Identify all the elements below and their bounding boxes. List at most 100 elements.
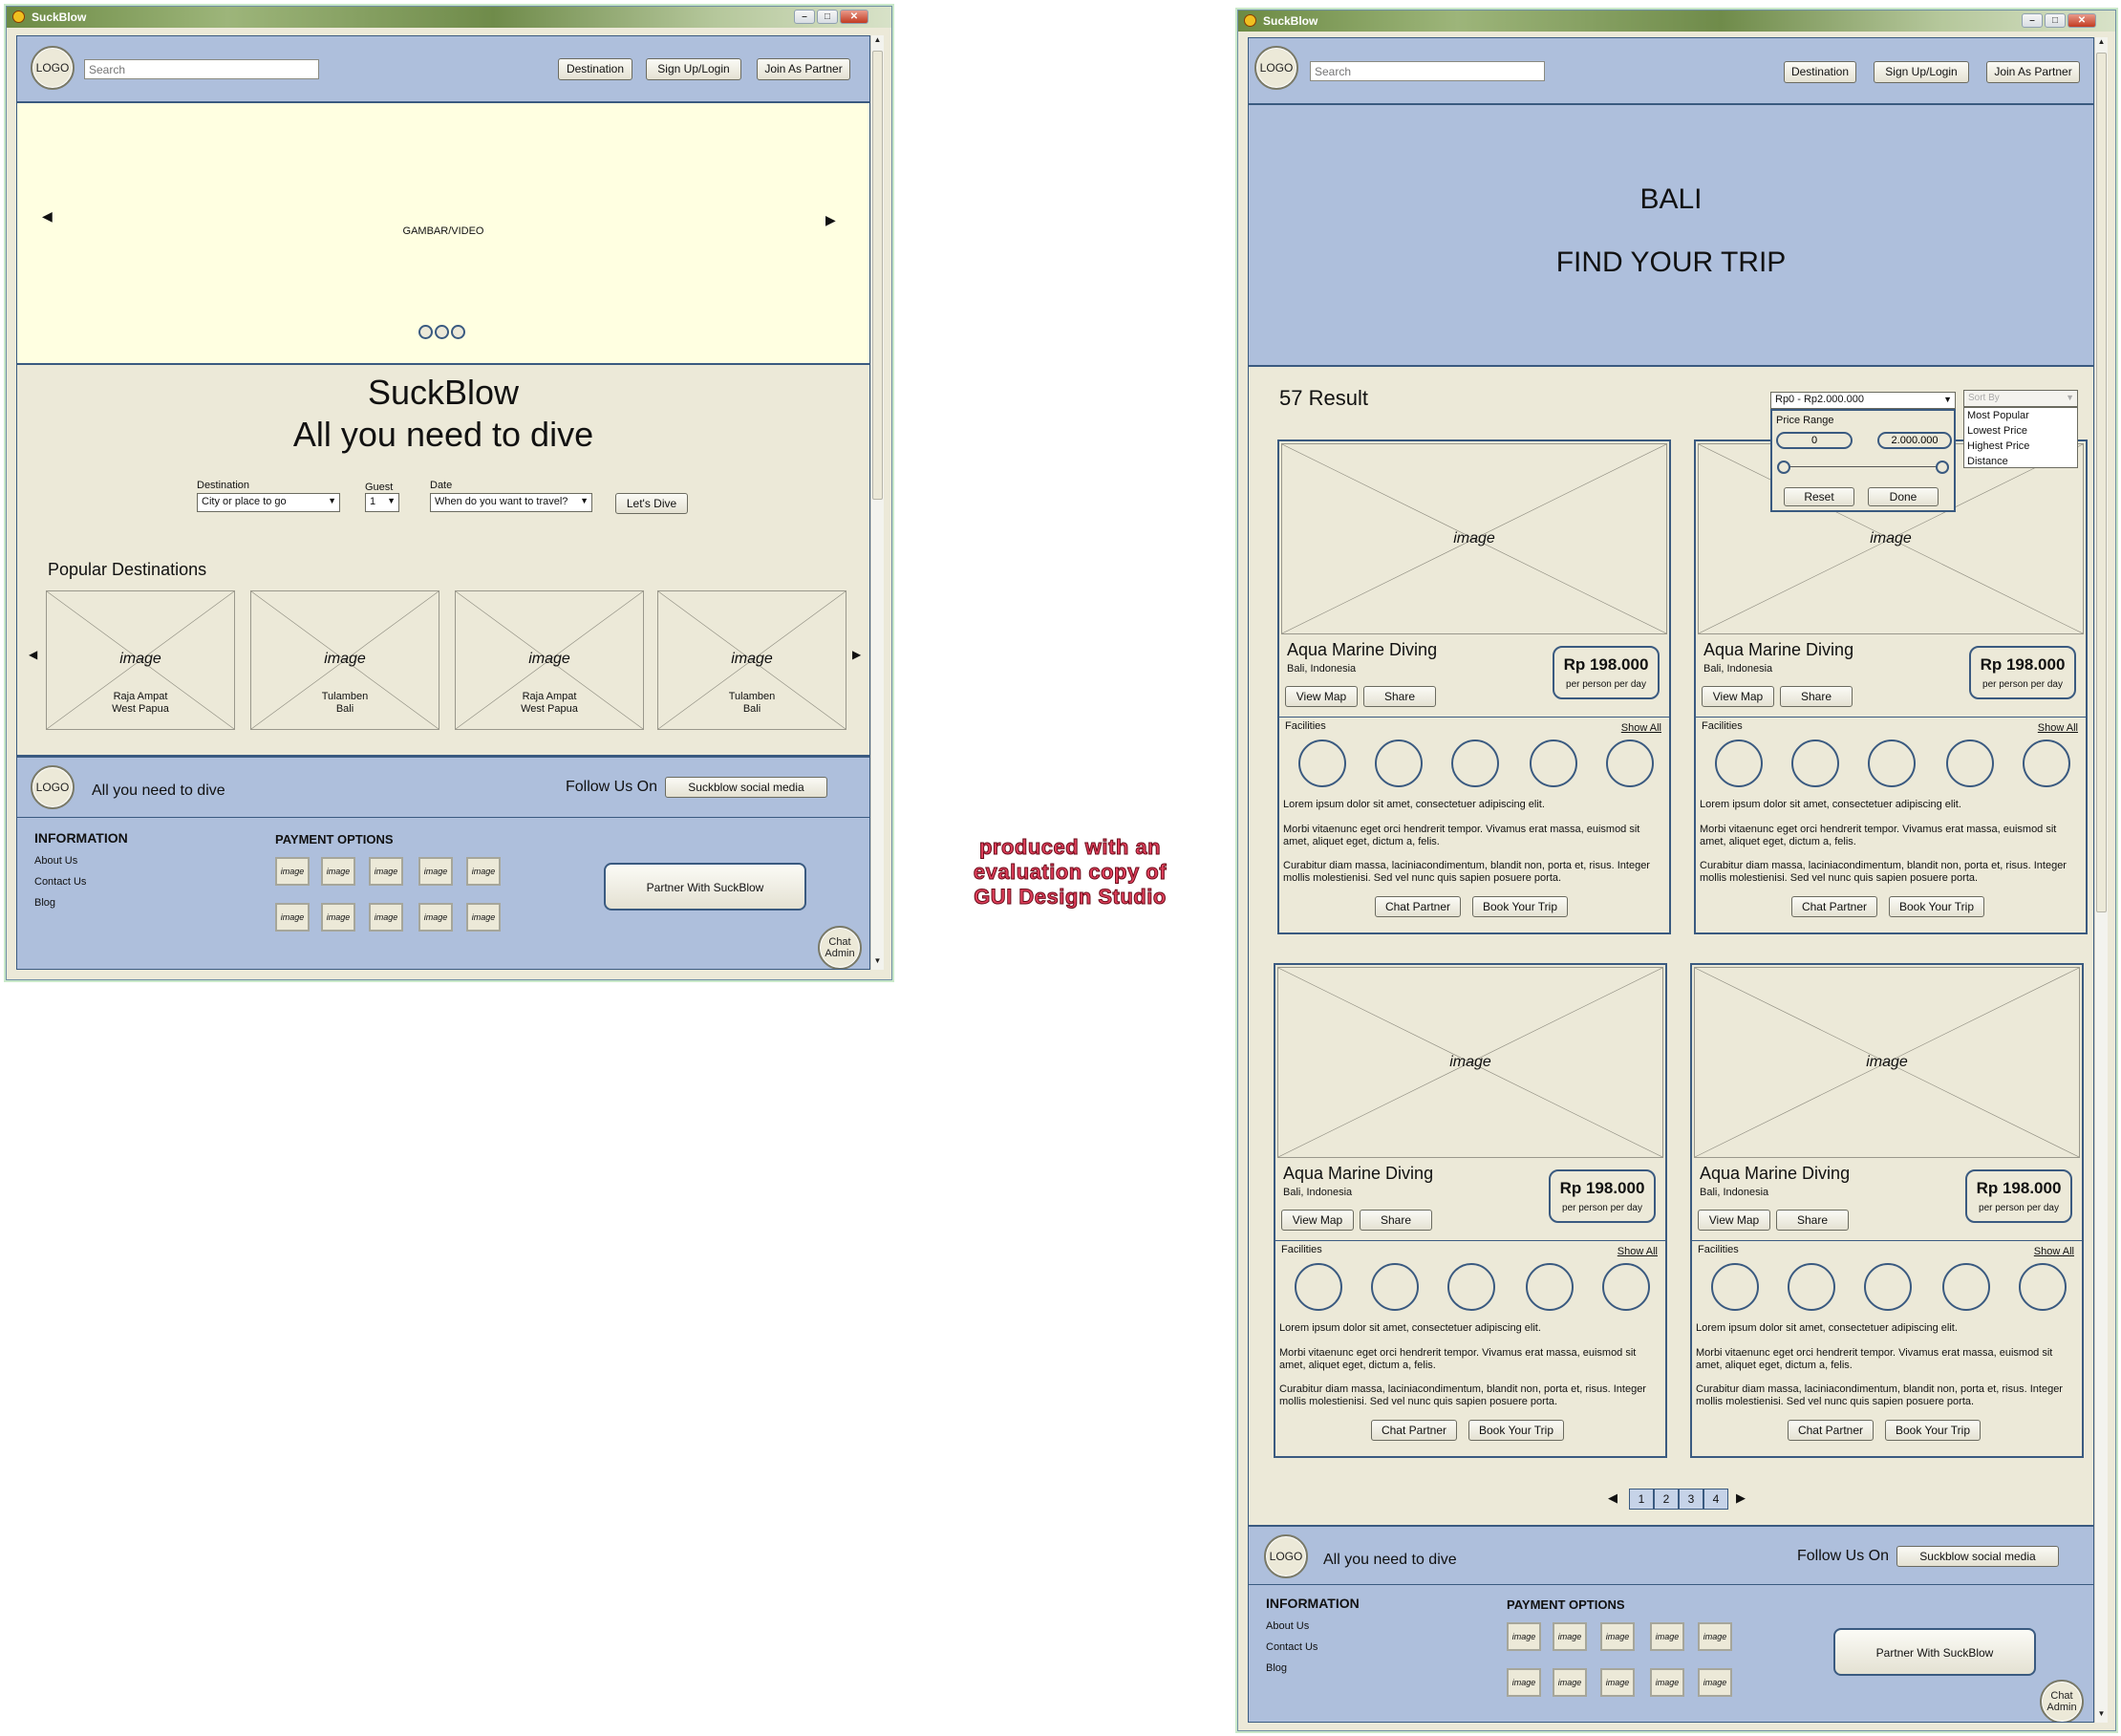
scroll-thumb[interactable] bbox=[872, 51, 883, 500]
facility-icon[interactable] bbox=[1864, 1263, 1912, 1311]
facility-icon[interactable] bbox=[1606, 739, 1654, 787]
price-filter-select[interactable]: Rp0 - Rp2.000.000 ▼ bbox=[1770, 392, 1956, 409]
facility-icon[interactable] bbox=[1375, 739, 1423, 787]
search-input[interactable] bbox=[84, 59, 319, 79]
facility-icon[interactable] bbox=[1451, 739, 1499, 787]
sign-up-login-button[interactable]: Sign Up/Login bbox=[1874, 61, 1969, 83]
share-button[interactable]: Share bbox=[1363, 686, 1436, 707]
carousel-prev-icon[interactable]: ◀ bbox=[42, 208, 53, 225]
partner-with-button[interactable]: Partner With SuckBlow bbox=[604, 863, 806, 911]
scroll-thumb[interactable] bbox=[2096, 53, 2107, 912]
sign-up-login-button[interactable]: Sign Up/Login bbox=[646, 58, 741, 80]
view-map-button[interactable]: View Map bbox=[1285, 686, 1358, 707]
result-card[interactable]: image Aqua Marine Diving Bali, Indonesia Vi… bbox=[1690, 963, 2084, 1458]
page-3[interactable]: 3 bbox=[1679, 1489, 1703, 1510]
footer-logo[interactable]: LOGO bbox=[31, 765, 75, 809]
maximize-button[interactable]: □ bbox=[2045, 13, 2066, 28]
close-button[interactable]: ✕ bbox=[840, 10, 868, 24]
price-reset-button[interactable]: Reset bbox=[1784, 487, 1854, 506]
show-all-link[interactable]: Show All bbox=[2034, 1246, 2074, 1257]
book-trip-button[interactable]: Book Your Trip bbox=[1472, 896, 1568, 917]
social-media-button[interactable]: Suckblow social media bbox=[665, 777, 827, 798]
page-4[interactable]: 4 bbox=[1703, 1489, 1728, 1510]
close-button[interactable]: ✕ bbox=[2067, 13, 2096, 28]
partner-with-button[interactable]: Partner With SuckBlow bbox=[1833, 1628, 2036, 1676]
facility-icon[interactable] bbox=[1868, 739, 1916, 787]
results-scrollbar[interactable]: ▲ ▼ bbox=[2094, 37, 2108, 1723]
book-trip-button[interactable]: Book Your Trip bbox=[1468, 1420, 1564, 1441]
facility-icon[interactable] bbox=[2023, 739, 2070, 787]
page-1[interactable]: 1 bbox=[1629, 1489, 1654, 1510]
contact-us-link[interactable]: Contact Us bbox=[1266, 1641, 1318, 1653]
sort-highest-price[interactable]: Highest Price bbox=[1964, 439, 2077, 454]
book-trip-button[interactable]: Book Your Trip bbox=[1889, 896, 1984, 917]
popular-prev-icon[interactable]: ◀ bbox=[29, 648, 37, 661]
about-us-link[interactable]: About Us bbox=[34, 855, 77, 867]
destination-card[interactable]: image Tulamben Bali bbox=[657, 590, 846, 730]
show-all-link[interactable]: Show All bbox=[1618, 1246, 1658, 1257]
header-logo[interactable]: LOGO bbox=[31, 46, 75, 90]
blog-link[interactable]: Blog bbox=[34, 897, 55, 909]
result-image[interactable]: image bbox=[1277, 967, 1663, 1158]
price-max-field[interactable] bbox=[1877, 432, 1952, 449]
destination-card[interactable]: image Tulamben Bali bbox=[250, 590, 439, 730]
chat-partner-button[interactable]: Chat Partner bbox=[1371, 1420, 1457, 1441]
sort-most-popular[interactable]: Most Popular bbox=[1964, 408, 2077, 423]
chat-partner-button[interactable]: Chat Partner bbox=[1791, 896, 1877, 917]
result-card[interactable]: image Aqua Marine Diving Bali, Indonesia Vi… bbox=[1277, 439, 1671, 934]
sort-distance[interactable]: Distance bbox=[1964, 454, 2077, 469]
carousel-dot-2[interactable] bbox=[435, 325, 449, 339]
view-map-button[interactable]: View Map bbox=[1698, 1210, 1770, 1231]
maximize-button[interactable]: □ bbox=[817, 10, 838, 24]
chat-partner-button[interactable]: Chat Partner bbox=[1788, 1420, 1874, 1441]
book-trip-button[interactable]: Book Your Trip bbox=[1885, 1420, 1981, 1441]
date-select[interactable]: When do you want to travel? ▼ bbox=[430, 493, 592, 512]
share-button[interactable]: Share bbox=[1780, 686, 1853, 707]
scroll-up-icon[interactable]: ▲ bbox=[2095, 37, 2108, 51]
sort-lowest-price[interactable]: Lowest Price bbox=[1964, 423, 2077, 439]
chat-admin-button[interactable]: Chat Admin bbox=[818, 926, 862, 969]
facility-icon[interactable] bbox=[1715, 739, 1763, 787]
page-next-icon[interactable]: ▶ bbox=[1736, 1490, 1746, 1506]
facility-icon[interactable] bbox=[1946, 739, 1994, 787]
facility-icon[interactable] bbox=[1530, 739, 1577, 787]
facility-icon[interactable] bbox=[1791, 739, 1839, 787]
page-2[interactable]: 2 bbox=[1654, 1489, 1679, 1510]
price-min-handle[interactable] bbox=[1777, 461, 1790, 474]
scroll-up-icon[interactable]: ▲ bbox=[871, 35, 884, 49]
carousel-dot-3[interactable] bbox=[451, 325, 465, 339]
facility-icon[interactable] bbox=[1711, 1263, 1759, 1311]
share-button[interactable]: Share bbox=[1776, 1210, 1849, 1231]
facility-icon[interactable] bbox=[1526, 1263, 1574, 1311]
facility-icon[interactable] bbox=[2019, 1263, 2067, 1311]
show-all-link[interactable]: Show All bbox=[1621, 722, 1661, 734]
footer-logo[interactable]: LOGO bbox=[1264, 1534, 1308, 1578]
price-min-field[interactable] bbox=[1776, 432, 1853, 449]
share-button[interactable]: Share bbox=[1360, 1210, 1432, 1231]
show-all-link[interactable]: Show All bbox=[2038, 722, 2078, 734]
sort-by-select[interactable]: Sort By ▼ bbox=[1963, 390, 2078, 407]
destination-button[interactable]: Destination bbox=[558, 58, 632, 80]
home-scrollbar[interactable]: ▲ ▼ bbox=[870, 35, 884, 970]
result-image[interactable]: image bbox=[1694, 967, 2080, 1158]
facility-icon[interactable] bbox=[1295, 1263, 1342, 1311]
contact-us-link[interactable]: Contact Us bbox=[34, 876, 86, 888]
facility-icon[interactable] bbox=[1447, 1263, 1495, 1311]
facility-icon[interactable] bbox=[1942, 1263, 1990, 1311]
facility-icon[interactable] bbox=[1298, 739, 1346, 787]
join-as-partner-button[interactable]: Join As Partner bbox=[1986, 61, 2080, 83]
carousel-dot-1[interactable] bbox=[418, 325, 433, 339]
lets-dive-button[interactable]: Let's Dive bbox=[615, 493, 688, 514]
view-map-button[interactable]: View Map bbox=[1281, 1210, 1354, 1231]
result-card[interactable]: image Aqua Marine Diving Bali, Indonesia Vi… bbox=[1274, 963, 1667, 1458]
popular-next-icon[interactable]: ▶ bbox=[852, 648, 861, 661]
destination-button[interactable]: Destination bbox=[1784, 61, 1856, 83]
view-map-button[interactable]: View Map bbox=[1702, 686, 1774, 707]
facility-icon[interactable] bbox=[1371, 1263, 1419, 1311]
chat-partner-button[interactable]: Chat Partner bbox=[1375, 896, 1461, 917]
search-input[interactable] bbox=[1310, 61, 1545, 81]
result-card[interactable]: image Aqua Marine Diving Bali, Indonesia Vi… bbox=[1694, 439, 2088, 934]
destination-select[interactable]: City or place to go ▼ bbox=[197, 493, 340, 512]
page-prev-icon[interactable]: ◀ bbox=[1608, 1490, 1618, 1506]
minimize-button[interactable]: – bbox=[794, 10, 815, 24]
